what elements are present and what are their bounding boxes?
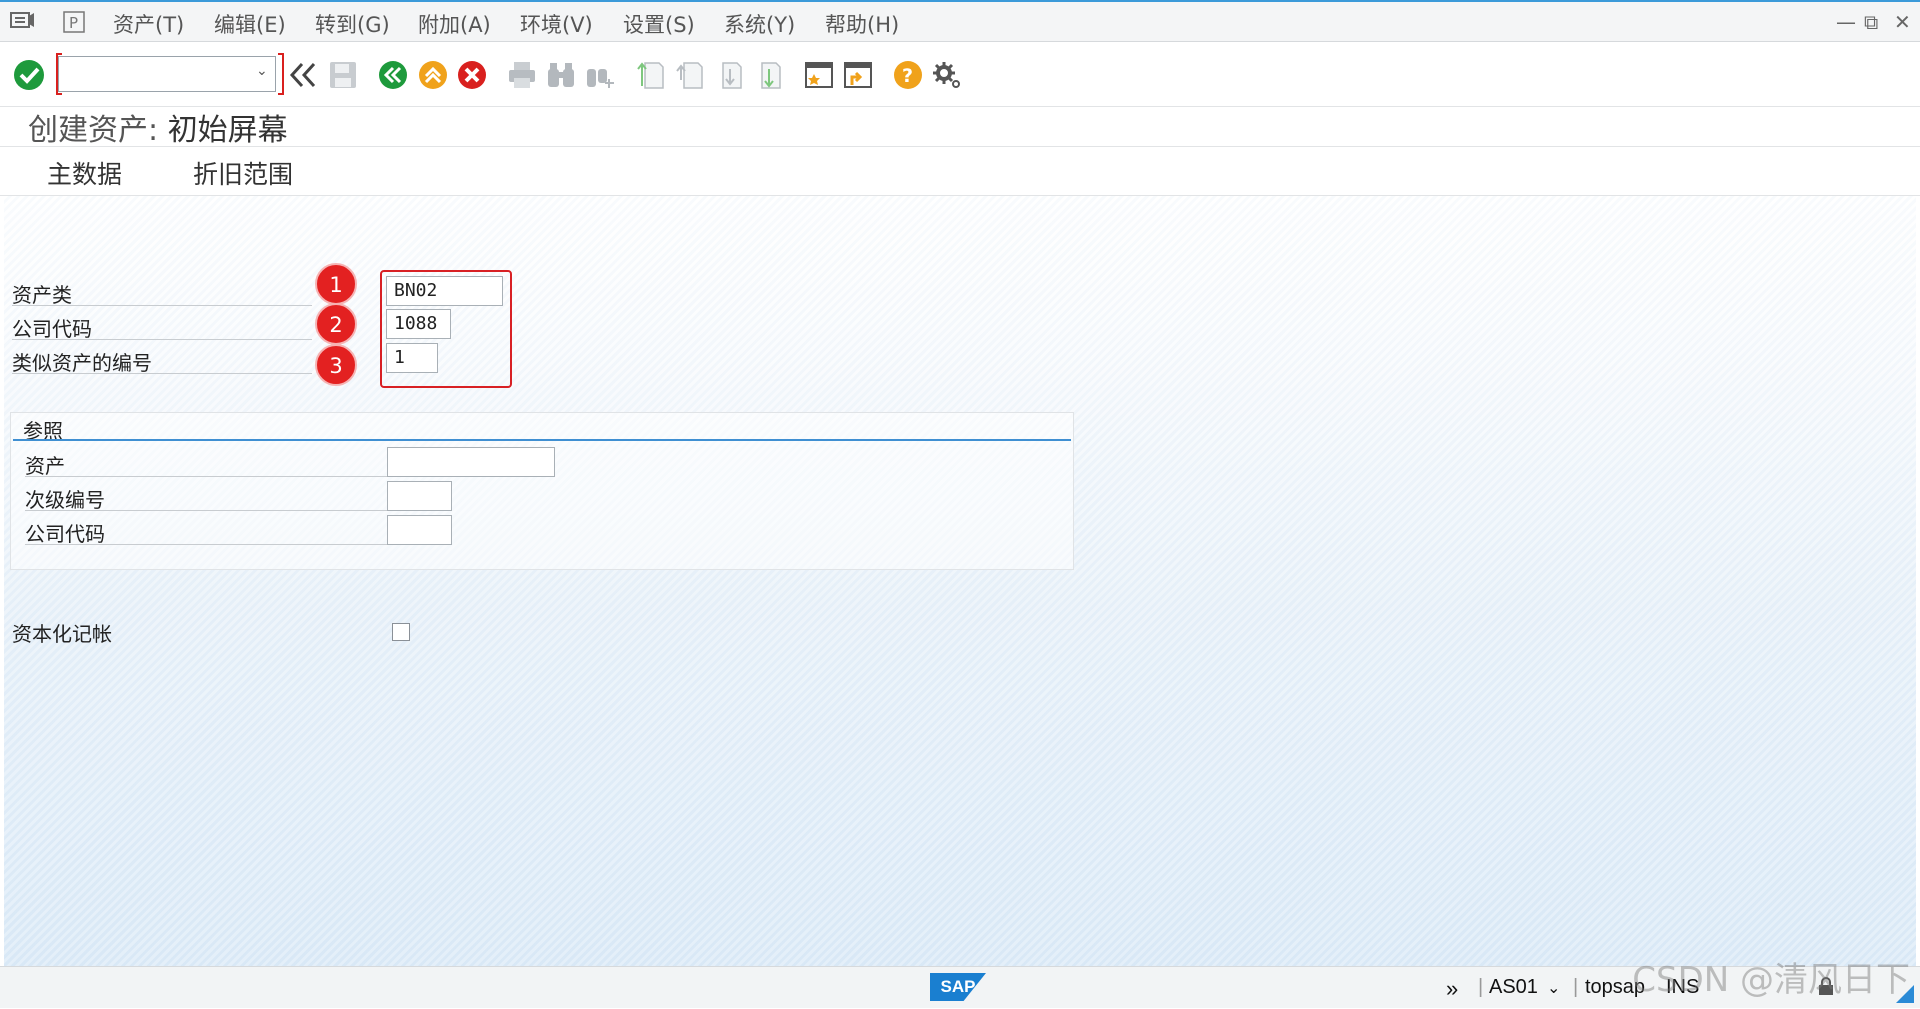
toolbar-divider <box>0 106 1920 107</box>
help-icon[interactable]: ? <box>891 58 925 92</box>
page-title-main: 初始屏幕 <box>167 113 288 148</box>
menu-asset[interactable]: 资产(T) <box>113 9 184 39</box>
status-divider: | <box>1573 976 1579 998</box>
parking-icon[interactable]: P <box>62 10 86 38</box>
menu-help[interactable]: 帮助(H) <box>825 9 899 39</box>
restore-icon[interactable]: ⧉ <box>1864 10 1878 34</box>
sap-logo: SAP <box>930 973 986 1001</box>
transaction-code: AS01 <box>1489 976 1538 998</box>
shortcut-icon[interactable] <box>841 58 875 92</box>
chevron-down-icon[interactable]: ⌄ <box>1547 978 1560 998</box>
command-field-bracket <box>278 53 284 95</box>
reference-subnumber-label: 次级编号 <box>25 484 395 512</box>
save-icon[interactable] <box>326 58 360 92</box>
tab-master-data[interactable]: 主数据 <box>47 155 122 191</box>
find-next-icon[interactable] <box>583 58 617 92</box>
print-icon[interactable] <box>505 58 539 92</box>
svg-text:?: ? <box>902 65 913 87</box>
status-expand-icon[interactable]: » <box>1446 976 1458 1002</box>
cancel-icon[interactable] <box>455 58 489 92</box>
reference-group: 参照 资产 次级编号 公司代码 <box>10 412 1074 570</box>
annotation-badge-2: 2 <box>315 303 357 345</box>
asset-class-label: 资产类 <box>12 279 312 307</box>
svg-text:P: P <box>69 14 78 32</box>
status-divider: | <box>1478 976 1484 998</box>
menu-icon[interactable] <box>10 10 36 36</box>
enter-check-icon[interactable] <box>12 58 46 92</box>
close-icon[interactable]: ✕ <box>1894 10 1911 34</box>
reference-asset-input[interactable] <box>387 447 555 477</box>
capitalization-posting-label: 资本化记帐 <box>12 622 112 646</box>
page-title-prefix: 创建资产: <box>28 113 159 148</box>
tab-depreciation-areas[interactable]: 折旧范围 <box>193 155 293 191</box>
previous-page-icon[interactable] <box>673 58 707 92</box>
reference-subnumber-input[interactable] <box>387 481 452 511</box>
annotation-badge-1: 1 <box>315 263 357 305</box>
company-code-label: 公司代码 <box>12 313 312 341</box>
reference-group-underline <box>13 439 1071 441</box>
exit-icon[interactable] <box>416 58 450 92</box>
next-page-icon[interactable] <box>712 58 746 92</box>
similar-assets-count-label: 类似资产的编号 <box>12 347 312 375</box>
last-page-icon[interactable] <box>751 58 785 92</box>
title-divider <box>0 146 1920 147</box>
watermark: CSDN @清风日下 <box>1632 960 1910 1000</box>
find-icon[interactable] <box>544 58 578 92</box>
page-title: 创建资产: 初始屏幕 <box>28 105 288 149</box>
menu-system[interactable]: 系统(Y) <box>724 9 795 39</box>
back-icon[interactable] <box>376 58 410 92</box>
highlight-box <box>380 270 512 388</box>
minimize-icon[interactable]: — <box>1836 10 1856 34</box>
menu-edit[interactable]: 编辑(E) <box>214 9 286 39</box>
menu-extras[interactable]: 附加(A) <box>418 9 491 39</box>
reference-company-code-label: 公司代码 <box>25 518 395 546</box>
reference-company-code-input[interactable] <box>387 515 452 545</box>
first-page-icon[interactable] <box>634 58 668 92</box>
menu-settings[interactable]: 设置(S) <box>623 9 695 39</box>
reference-asset-label: 资产 <box>25 450 395 478</box>
capitalization-posting-checkbox[interactable] <box>392 623 410 641</box>
command-field[interactable] <box>58 56 276 92</box>
new-session-icon[interactable] <box>802 58 836 92</box>
annotation-badge-3: 3 <box>315 344 357 386</box>
menu-bar: P 资产(T) 编辑(E) 转到(G) 附加(A) 环境(V) 设置(S) 系统… <box>0 0 1920 42</box>
customize-gear-icon[interactable] <box>930 58 964 92</box>
double-chevron-left-icon[interactable] <box>286 58 320 92</box>
content-area <box>4 196 1916 966</box>
menu-environment[interactable]: 环境(V) <box>520 9 593 39</box>
menu-goto[interactable]: 转到(G) <box>315 9 390 39</box>
